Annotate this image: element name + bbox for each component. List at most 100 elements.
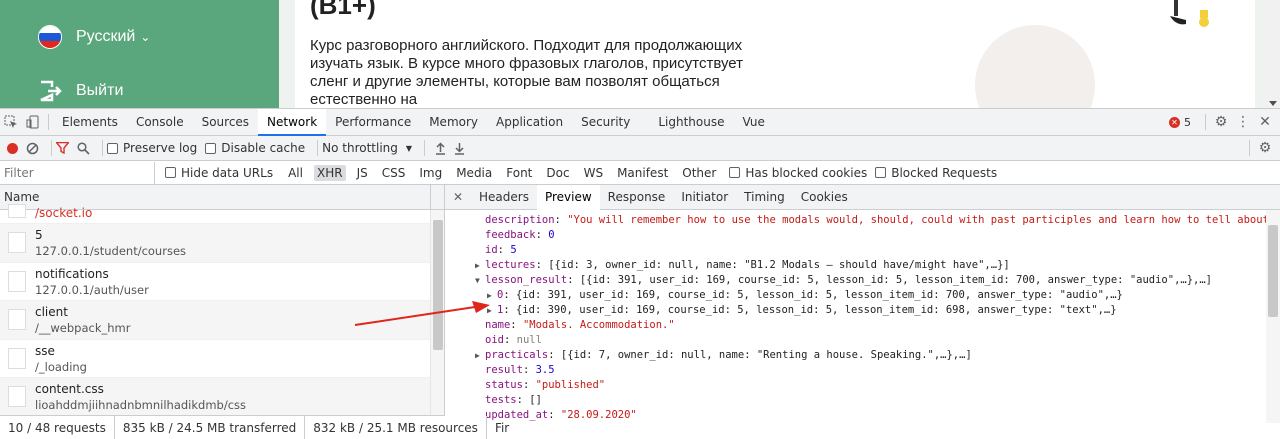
collapse-triangle-icon[interactable]: ▼ <box>475 273 485 288</box>
tab-sources[interactable]: Sources <box>193 109 258 136</box>
tab-timing[interactable]: Timing <box>736 185 793 210</box>
json-line-expandable[interactable]: ▶ lectures: [{id: 3, owner_id: null, name… <box>475 258 1269 273</box>
close-icon[interactable]: ✕ <box>1254 109 1276 136</box>
tab-elements[interactable]: Elements <box>53 109 127 136</box>
tab-vue[interactable]: Vue <box>734 109 774 136</box>
request-name: sse <box>35 343 55 358</box>
requests-scrollbar[interactable] <box>430 210 444 423</box>
json-preview: description: "You will remember how to u… <box>475 213 1269 423</box>
json-line: name: "Modals. Accommodation." <box>485 319 675 331</box>
language-selector[interactable]: Русский ⌄ <box>38 25 150 49</box>
filter-type-js[interactable]: JS <box>354 165 371 181</box>
tab-network[interactable]: Network <box>258 108 327 136</box>
inspect-element-icon[interactable] <box>0 109 22 136</box>
request-path: 127.0.0.1/auth/user <box>35 282 149 297</box>
resources-size: 832 kB / 25.1 MB resources <box>305 415 487 439</box>
json-line-expandable[interactable]: ▼ lesson_result: [{id: 391, user_id: 169,… <box>475 273 1269 288</box>
import-har-icon[interactable] <box>435 141 446 155</box>
error-count-badge[interactable]: ✕ 5 <box>1169 116 1191 129</box>
throttling-select[interactable]: No throttling ▼ <box>322 141 412 155</box>
json-line-expandable[interactable]: ▶ practicals: [{id: 7, owner_id: null, na… <box>475 348 1269 363</box>
network-status-bar: 10 / 48 requests 835 kB / 24.5 MB transf… <box>0 415 509 439</box>
expand-triangle-icon[interactable]: ▶ <box>487 288 497 303</box>
request-path: /__webpack_hmr <box>35 321 131 336</box>
list-item[interactable]: content.css lioahddmjiihnadnbmnilhadikdm… <box>0 378 444 417</box>
filter-type-all[interactable]: All <box>285 165 306 181</box>
tab-preview[interactable]: Preview <box>536 185 600 210</box>
filter-type-img[interactable]: Img <box>416 165 445 181</box>
detail-tabs: ✕ Headers Preview Response Initiator Tim… <box>445 185 1280 210</box>
page-scrollbar[interactable] <box>1266 0 1280 108</box>
filter-type-ws[interactable]: WS <box>581 165 606 181</box>
list-item[interactable]: 5 127.0.0.1/student/courses <box>0 224 444 263</box>
filter-input[interactable] <box>0 161 155 184</box>
filter-type-manifest[interactable]: Manifest <box>614 165 671 181</box>
device-toolbar-icon[interactable] <box>22 109 44 136</box>
preserve-log-checkbox[interactable]: Preserve log <box>107 141 197 155</box>
tab-security[interactable]: Security <box>572 109 639 136</box>
list-item[interactable]: sse /_loading <box>0 340 444 379</box>
json-value: [{id: 391, user_id: 169, course_id: 5, l… <box>579 274 1212 286</box>
tab-memory[interactable]: Memory <box>420 109 487 136</box>
transferred-size: 835 kB / 24.5 MB transferred <box>115 415 306 439</box>
disable-cache-checkbox[interactable]: Disable cache <box>205 141 305 155</box>
logout-button[interactable]: Выйти <box>38 79 123 103</box>
preserve-log-label: Preserve log <box>123 141 198 155</box>
tab-performance[interactable]: Performance <box>326 109 420 136</box>
list-item[interactable]: notifications 127.0.0.1/auth/user <box>0 263 444 302</box>
expand-triangle-icon[interactable]: ▶ <box>475 348 485 363</box>
disable-cache-label: Disable cache <box>221 141 306 155</box>
has-blocked-cookies-checkbox[interactable]: Has blocked cookies <box>729 166 867 180</box>
has-blocked-cookies-label: Has blocked cookies <box>745 165 868 180</box>
export-har-icon[interactable] <box>454 142 465 155</box>
filter-type-other[interactable]: Other <box>679 165 719 181</box>
tab-cookies[interactable]: Cookies <box>793 185 856 210</box>
hide-data-urls-checkbox[interactable]: Hide data URLs <box>165 166 273 180</box>
file-icon <box>8 309 26 331</box>
filter-type-media[interactable]: Media <box>453 165 495 181</box>
blocked-requests-checkbox[interactable]: Blocked Requests <box>875 166 997 180</box>
filter-type-css[interactable]: CSS <box>379 165 409 181</box>
tab-console[interactable]: Console <box>127 109 193 136</box>
json-key: name <box>485 319 511 331</box>
tab-lighthouse[interactable]: Lighthouse <box>649 109 733 136</box>
more-options-icon[interactable]: ⋮ <box>1232 109 1254 136</box>
filter-type-font[interactable]: Font <box>503 165 535 181</box>
illustration-figure <box>1170 0 1209 27</box>
list-item[interactable]: /socket.io <box>0 204 444 224</box>
clear-icon[interactable] <box>26 142 39 155</box>
tab-application[interactable]: Application <box>487 109 572 136</box>
json-value: null <box>516 334 542 346</box>
network-settings-gear-icon[interactable]: ⚙ <box>1254 135 1276 162</box>
filter-type-doc[interactable]: Doc <box>543 165 572 181</box>
json-key: lesson_result <box>485 274 568 286</box>
search-icon[interactable] <box>77 141 90 155</box>
list-item[interactable]: client /__webpack_hmr <box>0 301 444 340</box>
expand-triangle-icon[interactable]: ▶ <box>487 303 497 318</box>
json-value: 0 <box>548 229 555 241</box>
tab-headers[interactable]: Headers <box>471 185 537 210</box>
json-line: result: 3.5 <box>485 364 555 376</box>
json-key: lectures <box>485 259 536 271</box>
dropdown-arrow-icon: ▼ <box>405 143 413 153</box>
json-key: practicals <box>485 349 549 361</box>
json-line-expandable[interactable]: ▶ 1: {id: 390, user_id: 169, course_id: 5… <box>485 303 1269 318</box>
expand-triangle-icon[interactable]: ▶ <box>475 258 485 273</box>
filter-type-xhr[interactable]: XHR <box>313 164 346 181</box>
preview-scrollbar[interactable] <box>1266 210 1280 423</box>
request-path: lioahddmjiihnadnbmnilhadikdmb/css <box>35 398 247 413</box>
request-name: 5 <box>35 228 43 242</box>
json-value: 5 <box>510 244 517 256</box>
close-details-icon[interactable]: ✕ <box>445 190 471 204</box>
filter-icon[interactable] <box>56 142 69 154</box>
tab-response[interactable]: Response <box>600 185 674 210</box>
error-count: 5 <box>1184 115 1191 129</box>
tab-initiator[interactable]: Initiator <box>673 185 736 210</box>
course-card: (B1+) Курс разговорного английского. Под… <box>295 0 1255 108</box>
record-icon[interactable] <box>7 142 18 154</box>
request-count: 10 / 48 requests <box>0 415 115 439</box>
gear-icon[interactable]: ⚙ <box>1210 109 1232 136</box>
devtools-tabs: Elements Console Sources Network Perform… <box>0 108 1280 136</box>
request-path: 127.0.0.1/student/courses <box>35 244 187 258</box>
json-line-expandable[interactable]: ▶ 0: {id: 391, user_id: 169, course_id: 5… <box>485 288 1269 303</box>
